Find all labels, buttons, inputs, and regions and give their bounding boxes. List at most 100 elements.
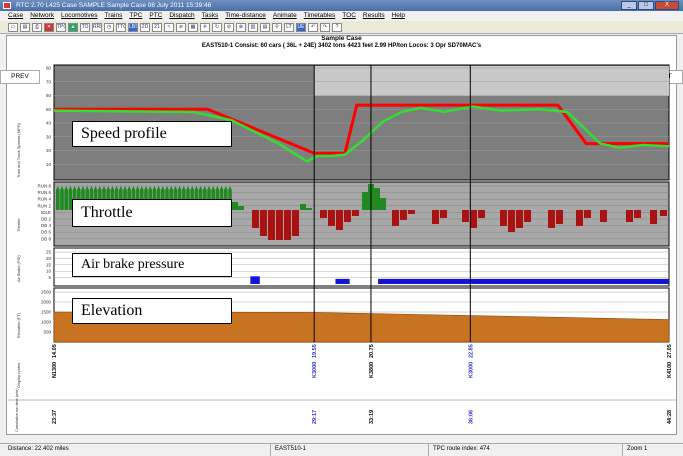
brake-tick-label: 5	[48, 275, 51, 280]
throttle-dynamic-brake-bar	[576, 210, 583, 226]
throttle-power-bar	[300, 204, 306, 210]
status-route-index: TPC route index: 474	[428, 444, 490, 456]
throttle-dynamic-brake-bar	[268, 210, 275, 240]
train-performance-chart: 80 70 60 50 40 30 20 10 RUN 8RUN 6 RUN 4RUN 2 IDLE…	[8, 64, 676, 432]
station-label: K4100	[667, 362, 673, 378]
throttle-power-bar	[374, 188, 380, 210]
milepost-label: 19.55	[312, 344, 318, 358]
brake-tick-label: 20	[46, 256, 52, 261]
throttle-dynamic-brake-bar	[650, 210, 657, 224]
air-brake-application	[335, 278, 350, 284]
run-time-label: 33:19	[369, 410, 375, 424]
run-time-label: 36:06	[468, 410, 474, 424]
elevation-axis-label: Elevation (FT)	[16, 312, 21, 338]
throttle-dynamic-brake-bar	[336, 210, 343, 230]
brake-axis-label: Air Brake (PSI)	[16, 255, 21, 282]
elevation-tick-label: 500	[43, 330, 51, 335]
speed-tick-label: 80	[46, 66, 52, 71]
throttle-tick-label: RUN 2	[37, 203, 51, 208]
run-time-label: 23:37	[52, 410, 58, 424]
throttle-dynamic-brake-bar	[284, 210, 291, 240]
throttle-dynamic-brake-bar	[344, 210, 351, 222]
run-time-label: 44:28	[667, 410, 673, 424]
speed-cleared-zone	[314, 66, 669, 96]
run-time-label: 29:17	[312, 410, 318, 424]
throttle-dynamic-brake-bar	[320, 210, 327, 218]
status-train: EAST510-1	[270, 444, 306, 456]
elevation-label: Elevation	[72, 298, 232, 324]
brake-tick-label: 25	[46, 250, 52, 255]
speed-axis-label: Train and Track Speeds (MPH)	[16, 122, 21, 178]
throttle-power-bar	[380, 198, 386, 210]
throttle-dynamic-brake-bar	[432, 210, 439, 224]
speed-tick-label: 10	[46, 162, 52, 167]
throttle-tick-label: DB 6	[41, 230, 52, 235]
throttle-dynamic-brake-bar	[584, 210, 591, 218]
station-label: K3000	[312, 362, 318, 378]
brake-tick-label: 10	[46, 269, 52, 274]
throttle-power-bar	[232, 202, 238, 210]
throttle-tick-label: RUN 4	[37, 197, 51, 202]
elevation-tick-label: 1000	[41, 320, 52, 325]
speed-tick-label: 30	[46, 134, 52, 139]
throttle-power-bar	[64, 190, 68, 210]
throttle-tick-label: DB 4	[41, 223, 52, 228]
elevation-tick-label: 2500	[41, 290, 52, 295]
throttle-dynamic-brake-bar	[328, 210, 335, 226]
elevation-tick-label: 1500	[41, 310, 52, 315]
throttle-power-bar	[56, 190, 60, 210]
throttle-dynamic-brake-bar	[626, 210, 633, 222]
throttle-tick-label: RUN 8	[37, 184, 51, 189]
throttle-dynamic-brake-bar	[392, 210, 399, 226]
throttle-tick-label: DB 8	[41, 236, 52, 241]
throttle-tick-label: DB 2	[41, 217, 52, 222]
throttle-dynamic-brake-bar	[548, 210, 555, 228]
cumulative-label: Cumulative run time (min)	[15, 388, 19, 432]
speed-tick-label: 40	[46, 121, 52, 126]
throttle-dynamic-brake-bar	[440, 210, 447, 218]
milepost-label: 22.85	[468, 344, 474, 358]
brake-tick-label: 15	[46, 262, 52, 267]
station-label: N1300	[52, 362, 58, 378]
throttle-dynamic-brake-bar	[556, 210, 563, 224]
station-label: K3800	[369, 362, 375, 378]
throttle-power-bar	[238, 206, 244, 210]
station-label: K3000	[468, 362, 474, 378]
throttle-axis-label: Throttle	[16, 218, 21, 232]
status-zoom: Zoom 1	[622, 444, 647, 456]
throttle-dynamic-brake-bar	[276, 210, 283, 240]
milepost-label: 27.05	[667, 344, 673, 358]
throttle-dynamic-brake-bar	[508, 210, 515, 232]
throttle-dynamic-brake-bar	[470, 210, 477, 228]
throttle-dynamic-brake-bar	[260, 210, 267, 236]
speed-tick-label: 60	[46, 93, 52, 98]
milepost-label: 20.75	[369, 344, 375, 358]
milepost-label: 14.05	[52, 344, 58, 358]
air-brake-label: Air brake pressure	[72, 253, 232, 277]
throttle-dynamic-brake-bar	[660, 210, 667, 216]
throttle-dynamic-brake-bar	[516, 210, 523, 228]
throttle-dynamic-brake-bar	[634, 210, 641, 218]
speed-tick-label: 20	[46, 148, 52, 153]
throttle-dynamic-brake-bar	[500, 210, 507, 226]
throttle-dynamic-brake-bar	[524, 210, 531, 222]
throttle-dynamic-brake-bar	[292, 210, 299, 236]
status-distance: Distance: 22.402 miles	[8, 446, 69, 452]
air-brake-application	[378, 278, 669, 284]
throttle-dynamic-brake-bar	[408, 210, 415, 214]
speed-tick-label: 70	[46, 79, 52, 84]
throttle-dynamic-brake-bar	[400, 210, 407, 220]
throttle-dynamic-brake-bar	[462, 210, 469, 222]
throttle-dynamic-brake-bar	[600, 210, 607, 222]
throttle-tick-label: RUN 6	[37, 190, 51, 195]
display-nodes-label: Display nodes	[16, 363, 21, 388]
air-brake-application	[250, 276, 260, 284]
throttle-label: Throttle	[72, 199, 232, 227]
speed-profile-label: Speed profile	[72, 121, 232, 147]
throttle-dynamic-brake-bar	[478, 210, 485, 218]
throttle-dynamic-brake-bar	[352, 210, 359, 216]
throttle-power-bar	[60, 190, 64, 210]
elevation-tick-label: 2000	[41, 300, 52, 305]
throttle-power-bar	[306, 208, 312, 210]
speed-tick-label: 50	[46, 107, 52, 112]
